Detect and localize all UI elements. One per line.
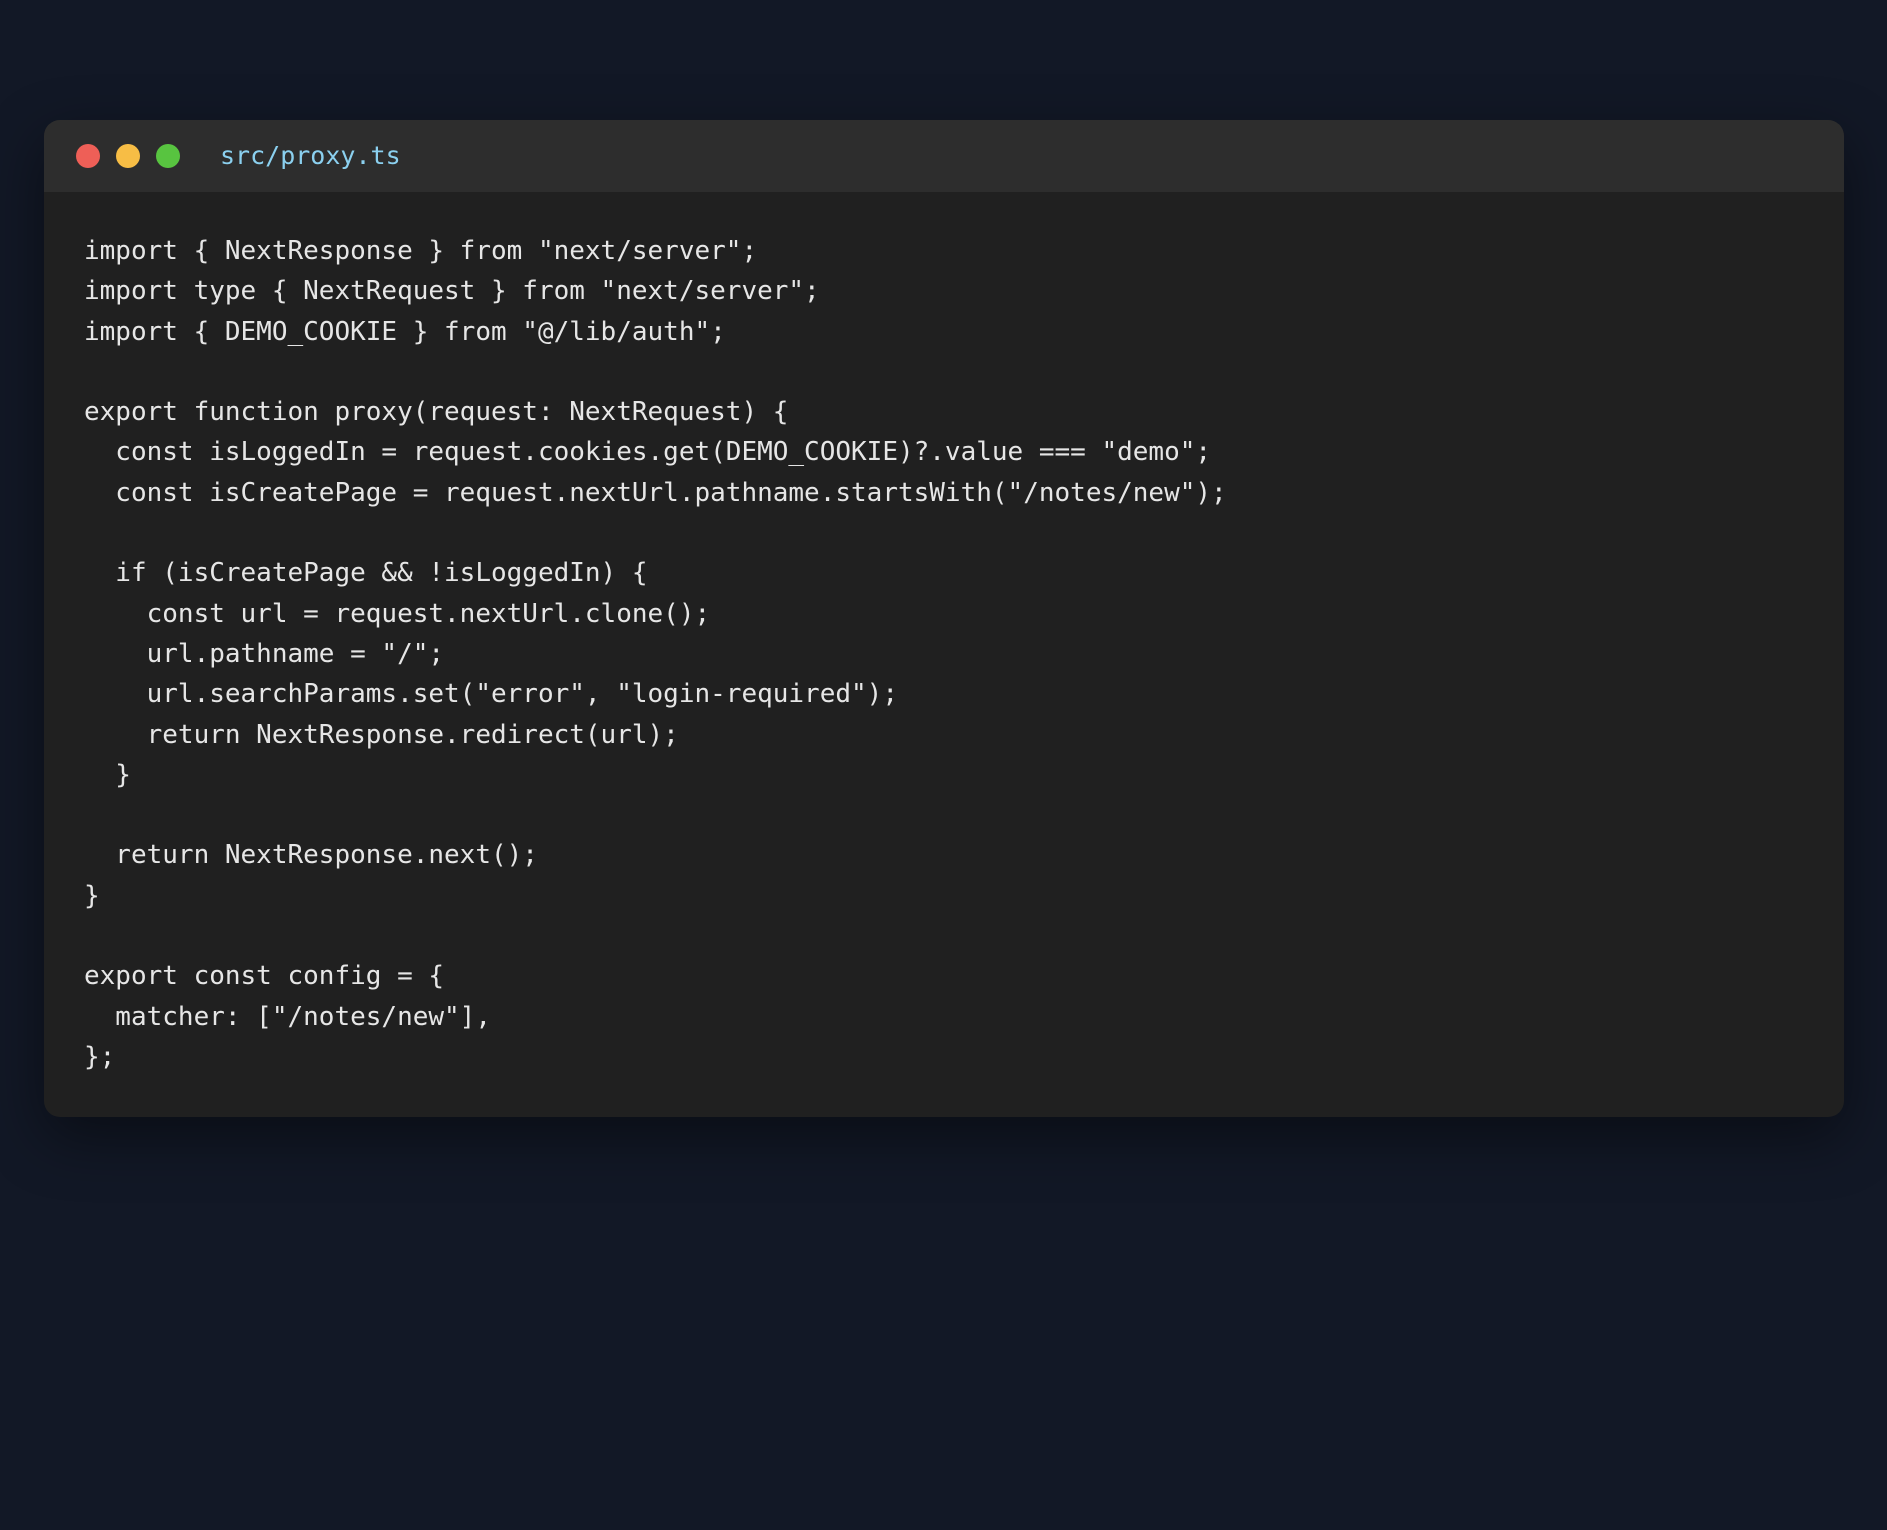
code-line: if (isCreatePage && !isLoggedIn) { [84, 558, 648, 589]
code-line: matcher: ["/notes/new"], [84, 1001, 491, 1032]
code-line: }; [84, 1041, 116, 1072]
code-line: } [84, 759, 131, 790]
code-line: import { NextResponse } from "next/serve… [84, 236, 758, 266]
file-name-label: src/proxy.ts [220, 141, 401, 170]
code-line: export const config = { [84, 961, 445, 992]
code-line: const isCreatePage = request.nextUrl.pat… [84, 477, 1227, 508]
window-titlebar: src/proxy.ts [44, 120, 1844, 192]
code-line: } [84, 880, 100, 911]
code-line: url.searchParams.set("error", "login-req… [84, 679, 898, 710]
close-window-button[interactable] [76, 144, 100, 168]
code-block[interactable]: import { NextResponse } from "next/serve… [84, 231, 1227, 1077]
code-line: import type { NextRequest } from "next/s… [84, 276, 820, 307]
code-line: url.pathname = "/"; [84, 638, 445, 669]
code-line: return NextResponse.next(); [84, 840, 538, 871]
code-line: export function proxy(request: NextReque… [84, 397, 789, 428]
minimize-window-button[interactable] [116, 144, 140, 168]
code-line: const url = request.nextUrl.clone(); [84, 598, 711, 629]
maximize-window-button[interactable] [156, 144, 180, 168]
code-line: const isLoggedIn = request.cookies.get(D… [84, 437, 1212, 468]
code-line: import { DEMO_COOKIE } from "@/lib/auth"… [84, 316, 726, 347]
code-window: src/proxy.ts import { NextResponse } fro… [44, 120, 1844, 1117]
code-line: return NextResponse.redirect(url); [84, 719, 679, 750]
